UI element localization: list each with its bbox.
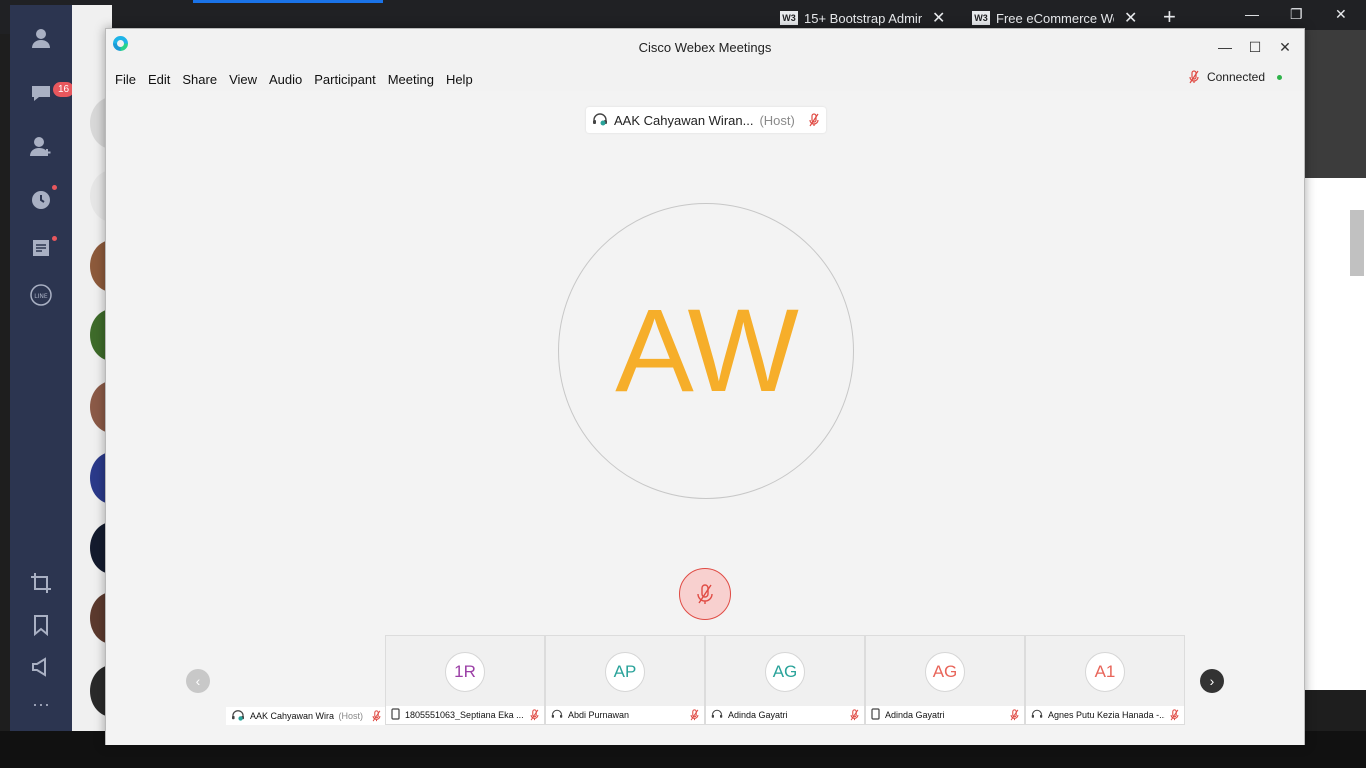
headset-icon bbox=[592, 112, 608, 129]
svg-text:LINE: LINE bbox=[34, 293, 48, 300]
previous-participants-button[interactable]: ‹ bbox=[186, 669, 210, 693]
announcement-icon[interactable] bbox=[30, 656, 52, 678]
menu-participant[interactable]: Participant bbox=[314, 72, 375, 87]
meeting-stage: AAK Cahyawan Wiran... (Host) AW ‹ › AAK … bbox=[106, 91, 1304, 745]
participant-avatar: A1 bbox=[1085, 652, 1125, 692]
w3schools-icon: W3 bbox=[780, 11, 798, 25]
mic-muted-icon bbox=[690, 709, 700, 721]
connected-indicator bbox=[1277, 74, 1282, 80]
line-logo-icon[interactable]: LINE bbox=[30, 284, 52, 306]
restore-icon[interactable]: ❐ bbox=[1290, 6, 1303, 23]
host-tag: (Host) bbox=[338, 711, 364, 721]
browser-tab-label: 15+ Bootstrap Admin We bbox=[804, 10, 922, 26]
notification-dot bbox=[52, 185, 57, 190]
mic-muted-icon bbox=[809, 113, 819, 127]
close-button[interactable]: ✕ bbox=[1275, 37, 1295, 57]
connection-status-label: Connected bbox=[1206, 70, 1265, 84]
browser-loading-bar bbox=[193, 0, 383, 3]
menu-view[interactable]: View bbox=[229, 72, 257, 87]
scrollbar[interactable] bbox=[1350, 210, 1364, 276]
active-speaker-label: AAK Cahyawan Wiran... (Host) bbox=[586, 107, 826, 133]
more-icon[interactable]: ··· bbox=[30, 693, 52, 715]
menu-edit[interactable]: Edit bbox=[148, 72, 170, 87]
headset-icon bbox=[231, 709, 245, 723]
mic-muted-icon bbox=[1189, 70, 1199, 84]
menu-help[interactable]: Help bbox=[446, 72, 473, 87]
w3schools-icon: W3 bbox=[972, 11, 990, 25]
close-icon[interactable]: ✕ bbox=[932, 8, 945, 28]
participant-name-bar: Adinda Gayatri bbox=[866, 706, 1024, 724]
mic-muted-icon bbox=[850, 709, 860, 721]
mic-muted-icon bbox=[530, 709, 540, 721]
headset-icon bbox=[551, 708, 563, 722]
participant-avatar: AP bbox=[605, 652, 645, 692]
history-icon[interactable] bbox=[30, 189, 52, 211]
participant-name: AAK Cahyawan Wira... bbox=[250, 711, 334, 721]
active-speaker-name: AAK Cahyawan Wiran... bbox=[614, 112, 754, 128]
menu-audio[interactable]: Audio bbox=[269, 72, 302, 87]
screenshot-icon[interactable] bbox=[30, 572, 52, 594]
menu-file[interactable]: File bbox=[115, 72, 136, 87]
participant-name: Abdi Purnawan bbox=[568, 710, 630, 720]
browser-tab-label: Free eCommerce Websit bbox=[996, 10, 1114, 26]
participant-name: Adinda Gayatri bbox=[885, 710, 945, 720]
next-participants-button[interactable]: › bbox=[1200, 669, 1224, 693]
chat-icon[interactable] bbox=[30, 82, 52, 104]
participant-name-bar: Agnes Putu Kezia Hanada -... bbox=[1026, 706, 1184, 724]
new-tab-icon[interactable]: + bbox=[1163, 4, 1176, 30]
participant-tile[interactable]: AG Adinda Gayatri bbox=[865, 635, 1025, 725]
active-speaker-initials: AW bbox=[615, 285, 799, 417]
participant-tile[interactable]: AAK Cahyawan Wira... (Host) bbox=[226, 635, 386, 725]
connection-status[interactable]: Connected bbox=[1189, 70, 1282, 84]
active-speaker-avatar: AW bbox=[558, 203, 854, 499]
webex-window: Cisco Webex Meetings — ☐ ✕ File Edit Sha… bbox=[105, 28, 1305, 745]
participant-name: 1805551063_Septiana Eka ... bbox=[405, 710, 524, 720]
participant-name-bar: Abdi Purnawan bbox=[546, 706, 704, 724]
participant-avatar: AG bbox=[925, 652, 965, 692]
host-tag: (Host) bbox=[759, 112, 795, 128]
maximize-button[interactable]: ☐ bbox=[1245, 37, 1265, 57]
mic-muted-icon bbox=[372, 710, 382, 722]
participant-name-bar: AAK Cahyawan Wira... (Host) bbox=[226, 707, 386, 725]
minimize-icon[interactable]: — bbox=[1245, 6, 1259, 22]
minimize-button[interactable]: — bbox=[1215, 37, 1235, 57]
headset-icon bbox=[711, 708, 723, 722]
close-icon[interactable]: ✕ bbox=[1124, 8, 1137, 28]
mic-muted-icon bbox=[1010, 709, 1020, 721]
notification-dot bbox=[52, 236, 57, 241]
mic-muted-icon bbox=[1170, 709, 1180, 721]
mic-muted-icon bbox=[697, 584, 713, 604]
close-icon[interactable]: ✕ bbox=[1335, 6, 1347, 23]
unmute-button[interactable] bbox=[679, 568, 731, 620]
notes-icon[interactable] bbox=[30, 237, 52, 259]
bookmark-icon[interactable] bbox=[30, 614, 52, 636]
menu-bar: File Edit Share View Audio Participant M… bbox=[106, 67, 1304, 91]
participant-name-bar: Adinda Gayatri bbox=[706, 706, 864, 724]
participant-avatar: AG bbox=[765, 652, 805, 692]
title-bar: Cisco Webex Meetings — ☐ ✕ bbox=[106, 29, 1304, 67]
menu-share[interactable]: Share bbox=[182, 72, 217, 87]
menu-meeting[interactable]: Meeting bbox=[388, 72, 434, 87]
participant-name: Adinda Gayatri bbox=[728, 710, 788, 720]
unread-badge: 16 bbox=[53, 82, 75, 97]
participant-name-bar: 1805551063_Septiana Eka ... bbox=[386, 706, 544, 724]
participant-avatar: 1R bbox=[445, 652, 485, 692]
window-title: Cisco Webex Meetings bbox=[638, 40, 772, 55]
participant-name: Agnes Putu Kezia Hanada -... bbox=[1048, 710, 1165, 720]
line-sidebar: 16 LINE ··· bbox=[10, 5, 75, 731]
phone-icon bbox=[391, 708, 400, 722]
phone-icon bbox=[871, 708, 880, 722]
participant-tile[interactable]: 1R 1805551063_Septiana Eka ... bbox=[385, 635, 545, 725]
add-friend-icon[interactable] bbox=[30, 135, 52, 157]
background-panel bbox=[1300, 30, 1366, 178]
participant-tile[interactable]: A1 Agnes Putu Kezia Hanada -... bbox=[1025, 635, 1185, 725]
profile-icon[interactable] bbox=[30, 27, 52, 49]
participant-tile[interactable]: AG Adinda Gayatri bbox=[705, 635, 865, 725]
headset-icon bbox=[1031, 708, 1043, 722]
participant-tile[interactable]: AP Abdi Purnawan bbox=[545, 635, 705, 725]
